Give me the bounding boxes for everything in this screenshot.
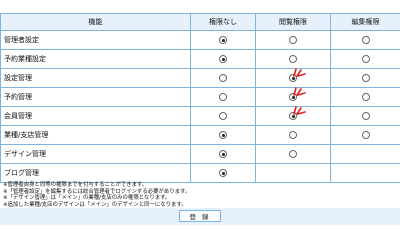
radio-edit-permission[interactable] (361, 93, 370, 101)
radio-wrapper (289, 131, 297, 139)
cell-no-permission (190, 144, 256, 164)
radio-edit-permission[interactable] (361, 55, 370, 63)
radio-view-permission[interactable] (289, 131, 297, 139)
radio-view-permission[interactable] (289, 55, 297, 63)
row-label: デザイン管理 (0, 144, 191, 164)
radio-view-permission[interactable] (289, 36, 297, 44)
header-view-permission: 閲覧権限 (255, 13, 331, 31)
radio-wrapper (219, 36, 227, 44)
radio-no-permission[interactable] (219, 36, 227, 44)
cell-edit-permission (330, 68, 400, 88)
cell-no-permission (190, 49, 256, 69)
cell-edit-permission (330, 163, 400, 183)
cell-view-permission (255, 87, 331, 107)
table-row: 会員管理 (0, 106, 400, 126)
permission-settings: 機能 権限なし 閲覧権限 編集権限 管理者設定 予約業種設定 設定管理 予約管理 会員管… (0, 0, 400, 225)
cell-edit-permission (330, 106, 400, 126)
radio-view-permission[interactable] (289, 74, 297, 82)
cell-edit-permission (330, 49, 400, 69)
radio-wrapper (219, 93, 227, 101)
radio-wrapper (219, 55, 227, 63)
register-button[interactable]: 登 録 (179, 210, 221, 222)
table-body: 管理者設定 予約業種設定 設定管理 予約管理 会員管理 業種/支店管理 デザイン管理 ブログ管… (0, 30, 400, 183)
radio-wrapper (219, 169, 227, 177)
cell-edit-permission (330, 125, 400, 145)
radio-wrapper (361, 93, 370, 101)
radio-edit-permission[interactable] (361, 131, 370, 139)
cell-edit-permission (330, 30, 400, 50)
cell-view-permission (255, 49, 331, 69)
radio-view-permission[interactable] (289, 150, 297, 158)
table-row: 業種/支店管理 (0, 125, 400, 145)
table-header-row: 機能 権限なし 閲覧権限 編集権限 (0, 13, 400, 31)
radio-wrapper (361, 112, 370, 120)
radio-wrapper (219, 150, 227, 158)
radio-no-permission[interactable] (219, 131, 227, 139)
radio-wrapper (361, 36, 370, 44)
header-edit-permission: 編集権限 (330, 13, 400, 31)
cell-view-permission (255, 163, 331, 183)
header-function: 機能 (0, 13, 191, 31)
radio-no-permission[interactable] (219, 150, 227, 158)
radio-wrapper (289, 55, 297, 63)
radio-wrapper (219, 131, 227, 139)
radio-edit-permission[interactable] (361, 74, 370, 82)
row-label: 管理者設定 (0, 30, 191, 50)
radio-no-permission[interactable] (219, 112, 227, 120)
cell-view-permission (255, 30, 331, 50)
radio-wrapper (289, 36, 297, 44)
radio-wrapper (361, 74, 370, 82)
cell-view-permission (255, 144, 331, 164)
cell-edit-permission (330, 87, 400, 107)
row-label: 会員管理 (0, 106, 191, 126)
radio-wrapper (289, 68, 306, 82)
cell-no-permission (190, 68, 256, 88)
table-row: デザイン管理 (0, 144, 400, 164)
notes: ※管理者自身と同等の権限までを付与することができます。 ※「管理者設定」を編集す… (0, 182, 400, 208)
radio-wrapper (289, 150, 297, 158)
radio-view-permission[interactable] (289, 112, 297, 120)
button-bar: 登 録 (0, 208, 400, 225)
radio-wrapper (219, 74, 227, 82)
radio-wrapper (289, 106, 306, 120)
cell-no-permission (190, 87, 256, 107)
radio-no-permission[interactable] (219, 55, 227, 63)
table-row: 設定管理 (0, 68, 400, 88)
row-label: 設定管理 (0, 68, 191, 88)
cell-view-permission (255, 68, 331, 88)
radio-view-permission[interactable] (289, 93, 297, 101)
cell-edit-permission (330, 144, 400, 164)
row-label: 予約業種設定 (0, 49, 191, 69)
radio-edit-permission[interactable] (361, 36, 370, 44)
table-row: 予約管理 (0, 87, 400, 107)
cell-no-permission (190, 125, 256, 145)
radio-no-permission[interactable] (219, 74, 227, 82)
cell-no-permission (190, 30, 256, 50)
cell-no-permission (190, 163, 256, 183)
radio-wrapper (289, 87, 306, 101)
radio-wrapper (361, 131, 370, 139)
row-label: 業種/支店管理 (0, 125, 191, 145)
row-label: ブログ管理 (0, 163, 191, 183)
table-row: ブログ管理 (0, 163, 400, 183)
radio-no-permission[interactable] (219, 169, 227, 177)
cell-view-permission (255, 106, 331, 126)
cell-view-permission (255, 125, 331, 145)
radio-edit-permission[interactable] (361, 112, 370, 120)
radio-wrapper (361, 55, 370, 63)
permission-table: 機能 権限なし 閲覧権限 編集権限 管理者設定 予約業種設定 設定管理 予約管理 会員管… (0, 13, 400, 183)
cell-no-permission (190, 106, 256, 126)
table-row: 管理者設定 (0, 30, 400, 50)
table-row: 予約業種設定 (0, 49, 400, 69)
row-label: 予約管理 (0, 87, 191, 107)
radio-no-permission[interactable] (219, 93, 227, 101)
radio-wrapper (219, 112, 227, 120)
header-no-permission: 権限なし (190, 13, 256, 31)
